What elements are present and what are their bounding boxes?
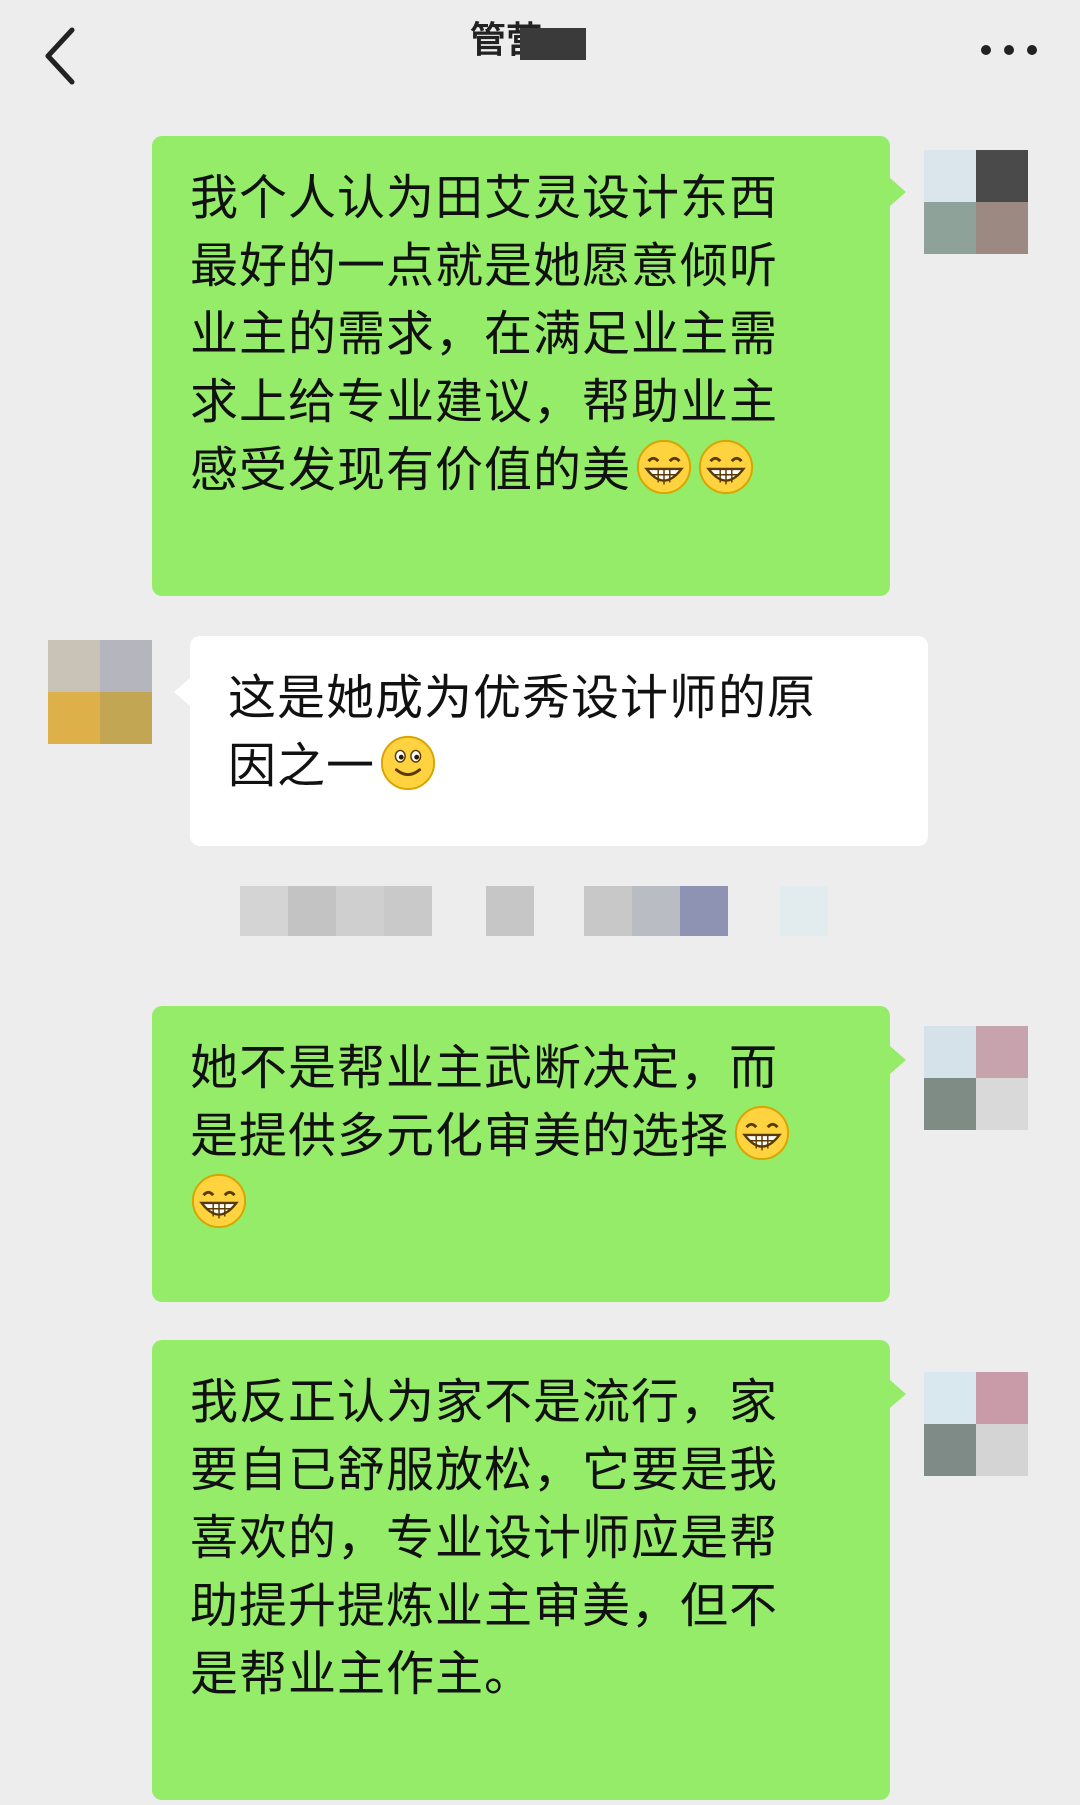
message-line: 感受发现有价值的美 <box>190 442 632 498</box>
bubble-tail <box>890 178 906 206</box>
grin-emoji-icon <box>734 1105 790 1161</box>
message-bubble-outgoing[interactable]: 我反正认为家不是流行，家 要自已舒服放松，它要是我 喜欢的，专业设计师应是帮 助… <box>152 1340 890 1800</box>
message-line-with-emoji: 感受发现有价值的美 <box>190 436 856 504</box>
message-line: 这是她成为优秀设计师的原 <box>228 670 817 726</box>
message-line-with-emoji: 因之一 <box>228 732 894 800</box>
smile-emoji-icon <box>380 735 436 791</box>
message-line: 我个人认为田艾灵设计东西 <box>190 170 779 226</box>
top-bar: 管营 <box>0 0 1080 110</box>
back-button[interactable] <box>32 20 92 90</box>
message-line: 喜欢的，专业设计师应是帮 <box>190 1510 779 1566</box>
avatar-contact[interactable] <box>48 640 152 744</box>
message-line: 是提供多元化审美的选择 <box>190 1108 730 1164</box>
more-dots-icon <box>981 45 1037 55</box>
message-line: 是帮业主作主。 <box>190 1646 534 1702</box>
chevron-left-icon <box>45 27 75 85</box>
message-line-with-emoji: 是提供多元化审美的选择 <box>190 1102 856 1170</box>
bubble-tail <box>890 1046 906 1074</box>
message-line: 最好的一点就是她愿意倾听 <box>190 238 779 294</box>
message-line-with-emoji <box>190 1170 856 1238</box>
title-redaction <box>520 28 586 60</box>
message-bubble-outgoing[interactable]: 我个人认为田艾灵设计东西 最好的一点就是她愿意倾听 业主的需求，在满足业主需 求… <box>152 136 890 596</box>
message-bubble-incoming[interactable]: 这是她成为优秀设计师的原 因之一 <box>190 636 928 846</box>
grin-emoji-icon <box>191 1173 247 1229</box>
message-line: 要自已舒服放松，它要是我 <box>190 1442 779 1498</box>
grin-emoji-icon <box>698 439 754 495</box>
message-line: 她不是帮业主武断决定，而 <box>190 1040 779 1096</box>
bubble-tail <box>890 1380 906 1408</box>
bubble-tail <box>174 678 190 706</box>
message-line: 求上给专业建议，帮助业主 <box>190 374 779 430</box>
message-line: 助提升提炼业主审美，但不 <box>190 1578 779 1634</box>
message-line: 因之一 <box>228 738 376 794</box>
message-line: 我反正认为家不是流行，家 <box>190 1374 779 1430</box>
message-bubble-outgoing[interactable]: 她不是帮业主武断决定，而 是提供多元化审美的选择 <box>152 1006 890 1302</box>
avatar-self[interactable] <box>924 1372 1028 1476</box>
grin-emoji-icon <box>636 439 692 495</box>
redacted-content <box>240 886 840 936</box>
message-line: 业主的需求，在满足业主需 <box>190 306 779 362</box>
more-button[interactable] <box>974 30 1044 70</box>
avatar-self[interactable] <box>924 1026 1028 1130</box>
avatar-self[interactable] <box>924 150 1028 254</box>
